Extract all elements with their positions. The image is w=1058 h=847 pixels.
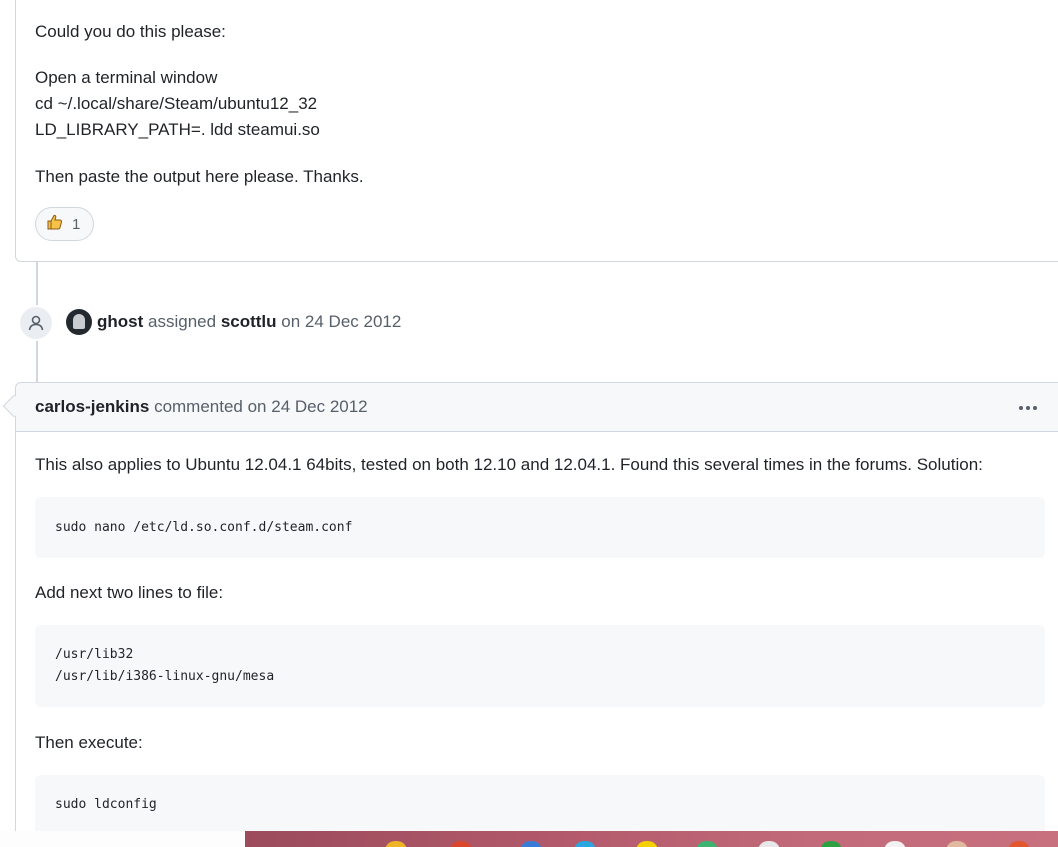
event-action: assigned xyxy=(148,312,217,331)
comment-meta[interactable]: commented on 24 Dec 2012 xyxy=(154,397,368,417)
avatar[interactable] xyxy=(66,309,92,335)
code-line: sudo ldconfig xyxy=(55,797,157,812)
author-link[interactable]: carlos-jenkins xyxy=(35,397,149,417)
comment-paragraph: Then paste the output here please. Thank… xyxy=(35,167,364,186)
code-line: /usr/lib/i386-linux-gnu/mesa xyxy=(55,669,275,684)
event-date[interactable]: on 24 Dec 2012 xyxy=(281,312,401,332)
code-block: /usr/lib32 /usr/lib/i386-linux-gnu/mesa xyxy=(35,625,1045,707)
kebab-horizontal-icon[interactable] xyxy=(1014,396,1042,420)
reaction-count: 1 xyxy=(72,215,81,233)
comment-header: carlos-jenkins commented on 24 Dec 2012 xyxy=(16,383,1058,432)
comment-paragraph: This also applies to Ubuntu 12.04.1 64bi… xyxy=(35,455,983,474)
reaction-thumbs-up-button[interactable]: 1 xyxy=(35,207,94,241)
code-line: sudo nano /etc/ld.so.conf.d/steam.conf xyxy=(55,519,353,535)
comment-paragraph: Then execute: xyxy=(35,733,143,752)
person-icon xyxy=(18,305,54,341)
code-block: sudo ldconfig xyxy=(35,775,1045,835)
code-line: /usr/lib32 xyxy=(55,647,134,662)
timeline-event: ghost assigned scottlu on 24 Dec 2012 xyxy=(66,308,401,336)
comment-paragraph: Could you do this please: xyxy=(35,22,226,41)
thumbs-up-icon xyxy=(46,213,64,235)
comment-line: LD_LIBRARY_PATH=. ldd steamui.so xyxy=(35,120,320,139)
comment-line: cd ~/.local/share/Steam/ubuntu12_32 xyxy=(35,94,318,113)
code-block: sudo nano /etc/ld.so.conf.d/steam.conf xyxy=(35,497,1045,558)
comment-paragraph: Add next two lines to file: xyxy=(35,583,224,602)
assignee-link[interactable]: scottlu xyxy=(221,312,277,332)
actor-link[interactable]: ghost xyxy=(97,312,143,332)
comment-line: Open a terminal window xyxy=(35,68,218,87)
